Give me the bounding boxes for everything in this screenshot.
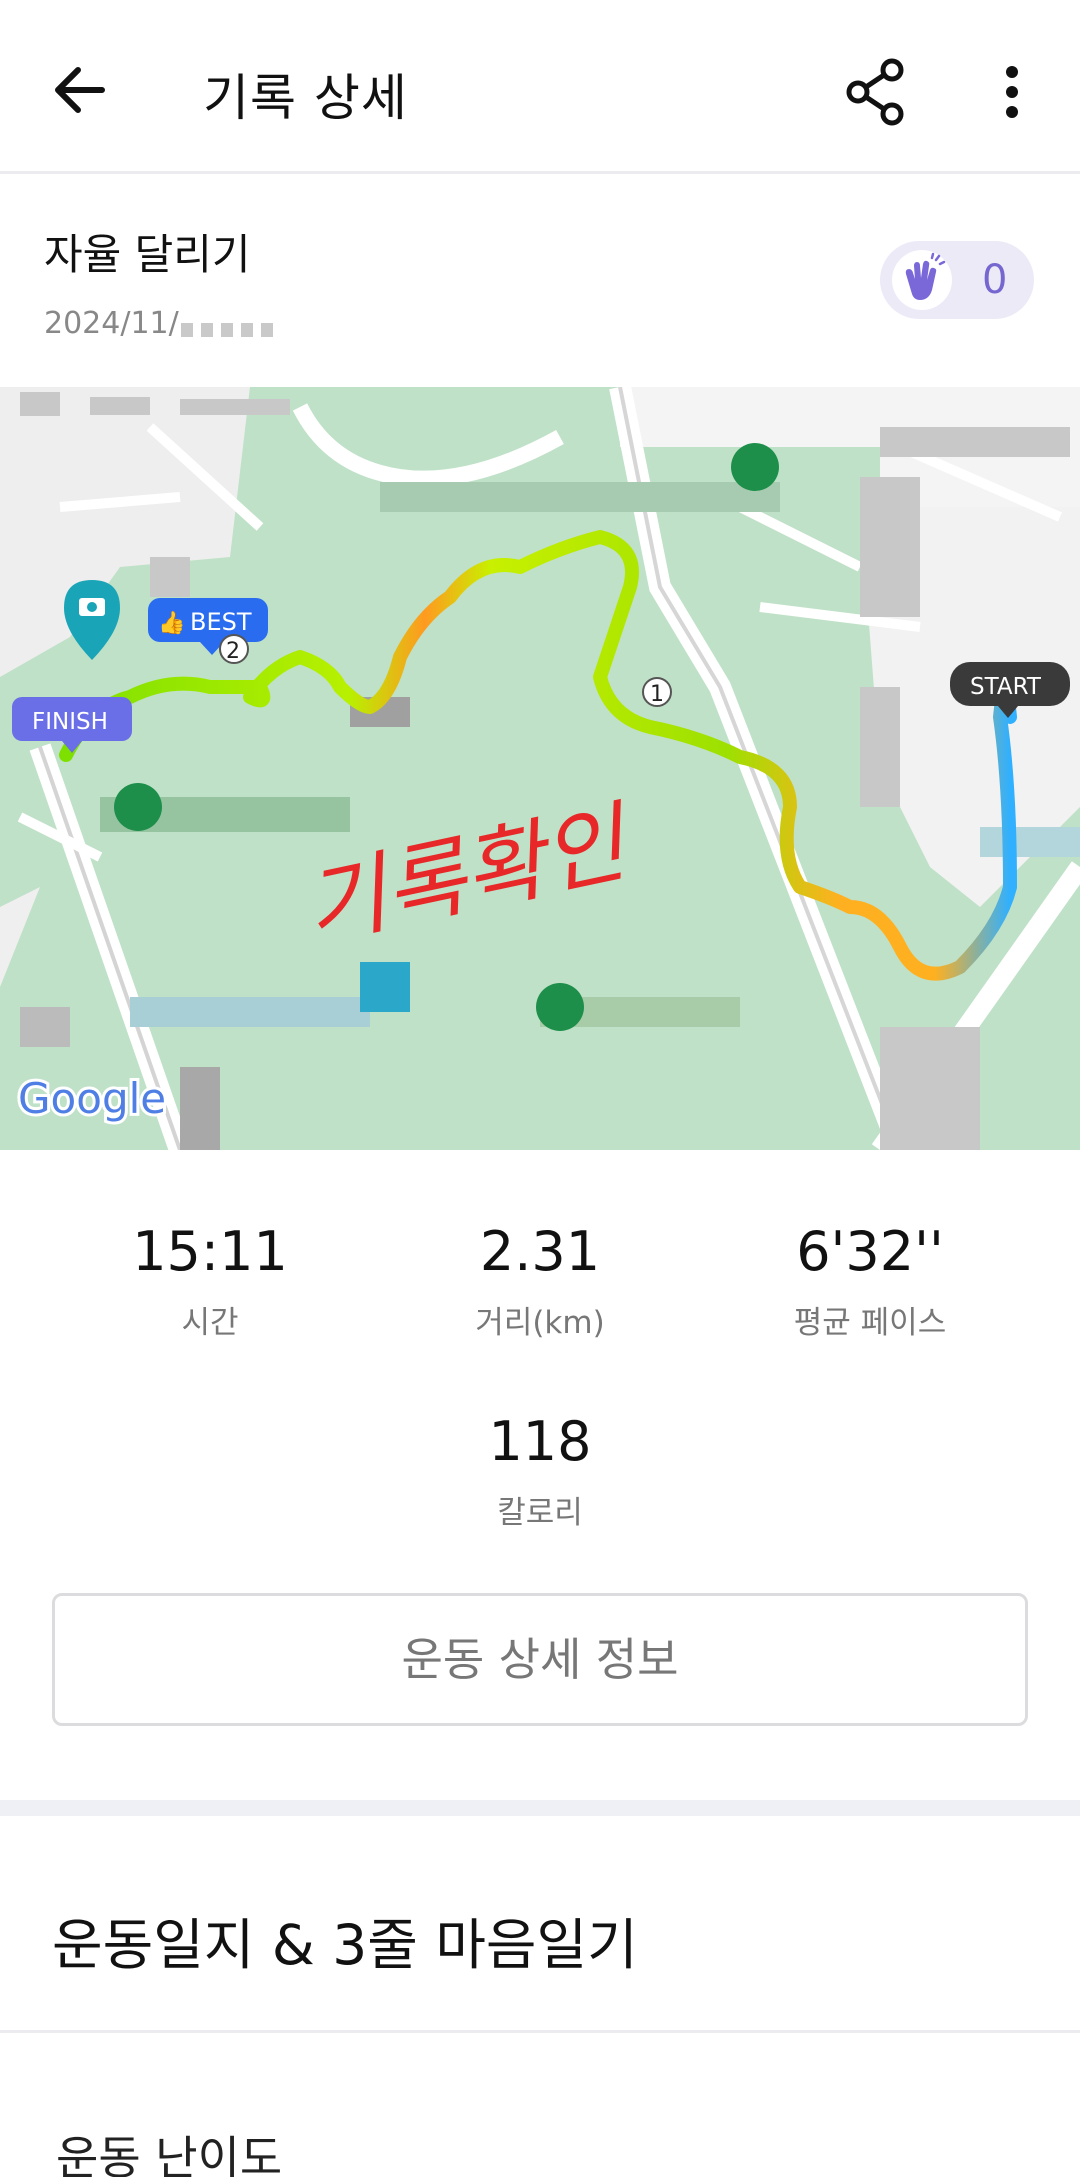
- journal-section[interactable]: 운동일지 & 3줄 마음일기: [0, 1816, 1080, 2033]
- svg-text:👍: 👍: [158, 610, 185, 636]
- clap-button[interactable]: 0: [880, 241, 1034, 319]
- stat-calories: 118 칼로리: [375, 1410, 705, 1532]
- record-info: 자율 달리기 2024/11/ 0: [0, 177, 1080, 387]
- difficulty-section[interactable]: 운동 난이도: [0, 2036, 1080, 2177]
- route-map[interactable]: 기록확인 👍 BEST 2 1 FINISH START Google Goog…: [0, 387, 1080, 1150]
- finish-label: FINISH: [32, 709, 108, 735]
- stat-time-value: 15:11: [132, 1220, 288, 1283]
- share-button[interactable]: [840, 56, 912, 128]
- share-icon: [846, 58, 904, 126]
- google-logo-text: Google: [18, 1074, 166, 1123]
- stat-calories-label: 칼로리: [497, 1495, 583, 1531]
- clap-count: 0: [982, 257, 1008, 303]
- more-options-button[interactable]: [982, 56, 1042, 128]
- camera-marker-icon[interactable]: [64, 580, 120, 660]
- record-date-text: 2024/11/: [44, 306, 179, 341]
- stat-pace-label: 평균 페이스: [793, 1305, 947, 1341]
- stat-distance-value: 2.31: [479, 1220, 601, 1283]
- section-divider: [0, 1800, 1080, 1816]
- back-button[interactable]: [44, 54, 116, 126]
- stat-distance: 2.31 거리(km): [375, 1220, 705, 1342]
- page-title: 기록 상세: [203, 69, 408, 127]
- clap-icon: [892, 250, 952, 310]
- stat-time: 15:11 시간: [45, 1220, 375, 1342]
- record-name: 자율 달리기: [44, 230, 251, 279]
- best-badge: 👍 BEST: [148, 598, 268, 655]
- exercise-detail-button[interactable]: 운동 상세 정보: [52, 1593, 1028, 1726]
- more-vertical-icon: [1006, 66, 1018, 118]
- redacted-time: [180, 312, 281, 337]
- lap-marker-2-label: 2: [226, 639, 240, 664]
- lap-marker-1-label: 1: [650, 682, 664, 707]
- best-label: BEST: [190, 608, 252, 636]
- stat-calories-value: 118: [488, 1410, 592, 1473]
- stat-pace: 6'32'' 평균 페이스: [705, 1220, 1035, 1342]
- google-logo: Google Google: [15, 1071, 169, 1126]
- finish-badge: FINISH: [12, 697, 132, 753]
- stat-pace-value: 6'32'': [796, 1220, 944, 1283]
- difficulty-title: 운동 난이도: [56, 2131, 283, 2177]
- lap-marker-2: 2: [219, 634, 249, 664]
- stats-panel: 15:11 시간 2.31 거리(km) 6'32'' 평균 페이스 118 칼…: [0, 1150, 1080, 1800]
- lap-marker-1: 1: [642, 677, 672, 707]
- stat-time-label: 시간: [181, 1305, 239, 1341]
- journal-title: 운동일지 & 3줄 마음일기: [52, 1913, 638, 1977]
- arrow-left-icon: [55, 67, 105, 113]
- record-date: 2024/11/: [44, 306, 281, 341]
- app-bar: 기록 상세: [0, 0, 1080, 174]
- start-label: START: [970, 674, 1042, 700]
- stat-distance-label: 거리(km): [475, 1305, 605, 1341]
